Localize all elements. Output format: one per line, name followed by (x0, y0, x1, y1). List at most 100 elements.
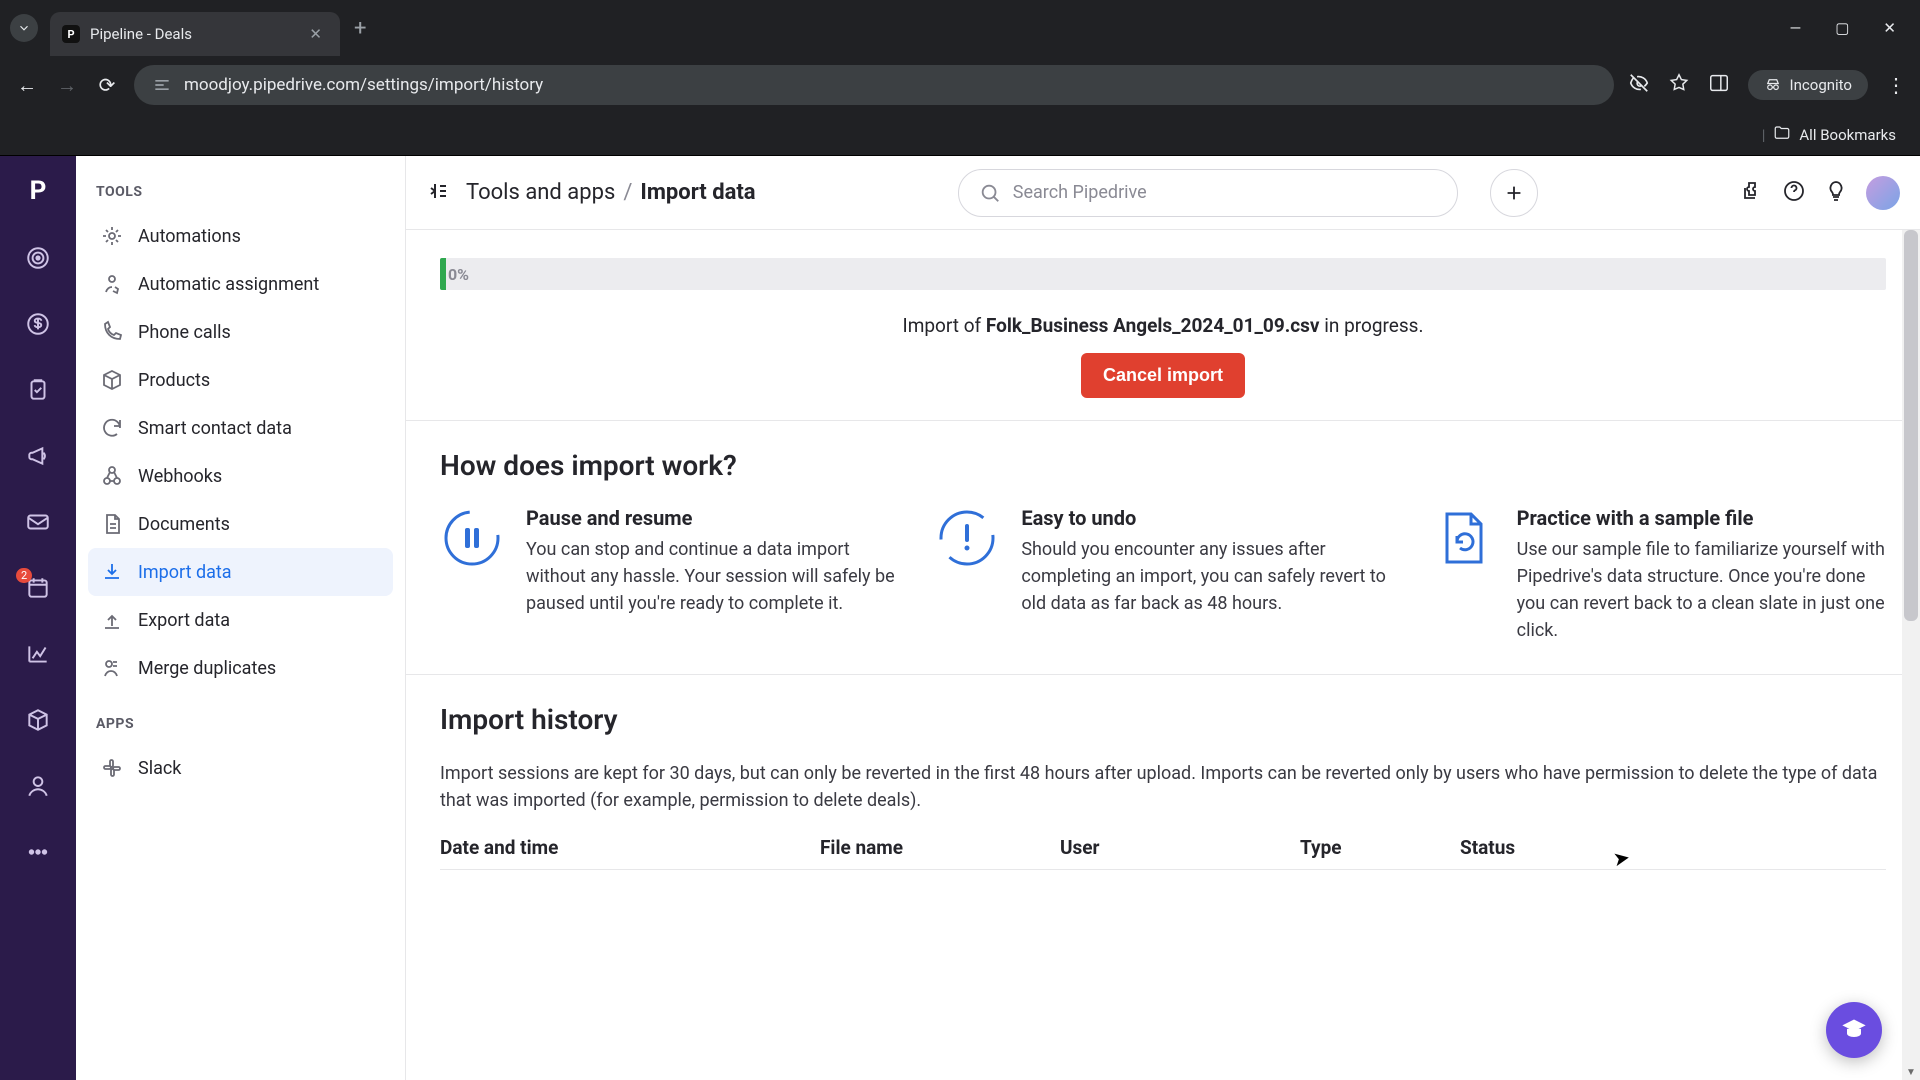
browser-tabstrip: P Pipeline - Deals ✕ + — ▢ ✕ (0, 0, 1920, 56)
marketplace-button[interactable] (1740, 179, 1764, 207)
scroll-down-icon[interactable]: ▼ (1902, 1067, 1920, 1078)
nav-rail: P 2 (0, 156, 76, 1080)
eye-off-icon[interactable] (1628, 72, 1650, 98)
content-scroll[interactable]: ▲ ▼ 0% Import of Folk_Business Angels_20… (406, 230, 1920, 1080)
sidebar-item-merge-duplicates[interactable]: Merge duplicates (88, 644, 393, 692)
tab-search-button[interactable] (10, 14, 38, 42)
document-icon (100, 512, 124, 536)
rail-item-mail[interactable] (24, 508, 52, 536)
import-history-subtext: Import sessions are kept for 30 days, bu… (440, 760, 1886, 814)
back-button[interactable]: ← (14, 73, 40, 98)
star-icon[interactable] (1668, 72, 1690, 98)
tips-button[interactable] (1824, 179, 1848, 207)
search-input[interactable]: Search Pipedrive (958, 169, 1458, 217)
rail-item-contacts[interactable] (24, 772, 52, 800)
rail-item-deals[interactable] (24, 310, 52, 338)
rail-item-products[interactable] (24, 706, 52, 734)
rail-item-activities[interactable]: 2 (24, 574, 52, 602)
download-icon (100, 560, 124, 584)
app-logo[interactable]: P (30, 176, 47, 206)
sidebar-item-documents[interactable]: Documents (88, 500, 393, 548)
sidebar-item-webhooks[interactable]: Webhooks (88, 452, 393, 500)
all-bookmarks-link[interactable]: All Bookmarks (1799, 126, 1896, 144)
sidebar-item-phone-calls[interactable]: Phone calls (88, 308, 393, 356)
feature-title: Easy to undo (1021, 506, 1390, 530)
sidebar-item-export-data[interactable]: Export data (88, 596, 393, 644)
site-settings-icon[interactable] (152, 75, 172, 95)
history-table-header: Date and time File name User Type Status (440, 836, 1886, 870)
refresh-icon (100, 416, 124, 440)
breadcrumb-current: Import data (640, 180, 755, 205)
sidebar-item-import-data[interactable]: Import data (88, 548, 393, 596)
settings-sidebar: TOOLS Automations Automatic assignment P… (76, 156, 406, 1080)
forward-button[interactable]: → (54, 73, 80, 98)
address-bar[interactable]: moodjoy.pipedrive.com/settings/import/hi… (134, 65, 1614, 105)
target-icon (25, 245, 51, 271)
avatar[interactable] (1866, 176, 1900, 210)
feature-body: Should you encounter any issues after co… (1021, 536, 1390, 617)
reload-button[interactable]: ⟳ (94, 73, 120, 97)
rail-item-more[interactable] (24, 838, 52, 866)
scrollbar[interactable]: ▲ ▼ (1902, 230, 1920, 1080)
app-topbar: Tools and apps / Import data Search Pipe… (406, 156, 1920, 230)
kebab-icon[interactable]: ⋮ (1886, 73, 1906, 97)
incognito-icon (1764, 76, 1782, 94)
merge-icon (100, 656, 124, 680)
help-button[interactable] (1782, 179, 1806, 207)
rail-item-insights[interactable] (24, 640, 52, 668)
progress-percent: 0% (448, 258, 469, 290)
sidebar-item-automatic-assignment[interactable]: Automatic assignment (88, 260, 393, 308)
sidebar-toggle[interactable] (426, 179, 450, 207)
progress-fill (440, 258, 446, 290)
main-panel: Tools and apps / Import data Search Pipe… (406, 156, 1920, 1080)
new-tab-button[interactable]: + (354, 16, 366, 41)
sidebar-item-label: Export data (138, 610, 230, 631)
mail-icon (25, 509, 51, 535)
graduation-cap-icon (1840, 1016, 1868, 1044)
sidebar-item-label: Documents (138, 514, 230, 535)
megaphone-icon (25, 443, 51, 469)
breadcrumb-parent[interactable]: Tools and apps (466, 180, 615, 205)
person-icon (25, 773, 51, 799)
feature-body: You can stop and continue a data import … (526, 536, 895, 617)
chevron-down-icon (17, 21, 31, 35)
col-file: File name (820, 836, 1020, 859)
url-text: moodjoy.pipedrive.com/settings/import/hi… (184, 75, 543, 95)
sidebar-item-label: Slack (138, 758, 181, 779)
cancel-import-button[interactable]: Cancel import (1081, 353, 1245, 398)
sidebar-heading-apps: APPS (96, 716, 393, 732)
sidebar-item-label: Import data (138, 562, 232, 583)
dollar-icon (25, 311, 51, 337)
col-date: Date and time (440, 836, 780, 859)
browser-tab[interactable]: P Pipeline - Deals ✕ (50, 12, 340, 56)
incognito-chip[interactable]: Incognito (1748, 70, 1868, 100)
close-icon[interactable]: ✕ (309, 25, 322, 43)
minimize-icon[interactable]: — (1790, 19, 1802, 37)
search-placeholder: Search Pipedrive (1013, 182, 1147, 203)
sidebar-item-slack[interactable]: Slack (88, 744, 393, 792)
sidebar-item-products[interactable]: Products (88, 356, 393, 404)
maximize-icon[interactable]: ▢ (1835, 19, 1849, 37)
section-divider (406, 674, 1920, 675)
panel-icon[interactable] (1708, 72, 1730, 98)
scroll-thumb[interactable] (1904, 230, 1918, 621)
sidebar-item-label: Smart contact data (138, 418, 292, 439)
upload-icon (100, 608, 124, 632)
rail-item-leads[interactable] (24, 244, 52, 272)
box-icon (100, 368, 124, 392)
rail-item-campaigns[interactable] (24, 442, 52, 470)
rail-item-projects[interactable] (24, 376, 52, 404)
close-window-icon[interactable]: ✕ (1883, 19, 1896, 37)
feature-title: Practice with a sample file (1517, 506, 1886, 530)
import-status-text: Import of Folk_Business Angels_2024_01_0… (440, 314, 1886, 337)
menu-collapse-icon (426, 179, 450, 203)
feature-body: Use our sample file to familiarize yours… (1517, 536, 1886, 644)
sidebar-item-automations[interactable]: Automations (88, 212, 393, 260)
status-prefix: Import of (903, 314, 986, 337)
quick-add-button[interactable] (1490, 169, 1538, 217)
sidebar-item-smart-contact-data[interactable]: Smart contact data (88, 404, 393, 452)
incognito-label: Incognito (1790, 76, 1852, 94)
help-fab[interactable] (1826, 1002, 1882, 1058)
box-icon (25, 707, 51, 733)
import-history-heading: Import history (440, 703, 1886, 736)
